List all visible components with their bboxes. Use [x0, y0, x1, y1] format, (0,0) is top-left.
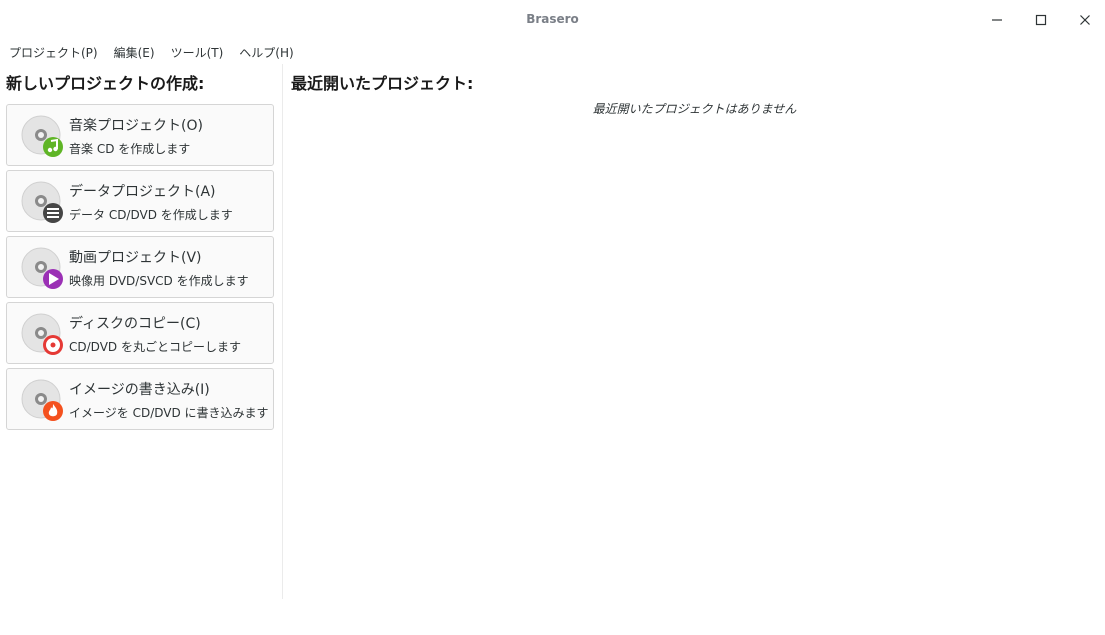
- audio-project-subtitle: 音楽 CD を作成します: [69, 142, 191, 156]
- audio-project-title: 音楽プロジェクト(O): [69, 118, 203, 134]
- data-project-title: データプロジェクト(A): [69, 184, 216, 200]
- disc-copy-icon: [21, 313, 63, 355]
- recent-projects-panel: 最近開いたプロジェクト: 最近開いたプロジェクトはありません: [284, 64, 1105, 599]
- maximize-icon: [1035, 14, 1047, 26]
- disc-copy-title: ディスクのコピー(C): [69, 316, 201, 332]
- minimize-button[interactable]: [985, 8, 1009, 32]
- burn-image-subtitle: イメージを CD/DVD に書き込みます: [69, 406, 269, 420]
- new-project-heading: 新しいプロジェクトの作成:: [6, 74, 205, 93]
- title-bar[interactable]: Brasero: [0, 0, 1105, 40]
- brasero-window: Brasero プロジェクト(P) 編集(E) ツール(T) ヘルプ(H) 新し…: [0, 0, 1105, 635]
- menu-help[interactable]: ヘルプ(H): [233, 42, 299, 64]
- burn-image-title: イメージの書き込み(I): [69, 382, 210, 398]
- play-icon: [21, 247, 63, 289]
- data-project-button[interactable]: データプロジェクト(A) データ CD/DVD を作成します: [6, 170, 274, 232]
- disc-copy-button[interactable]: ディスクのコピー(C) CD/DVD を丸ごとコピーします: [6, 302, 274, 364]
- data-project-subtitle: データ CD/DVD を作成します: [69, 208, 233, 222]
- recent-projects-heading: 最近開いたプロジェクト:: [291, 74, 474, 93]
- burn-flame-icon: [21, 379, 63, 421]
- recent-projects-empty-message: 最近開いたプロジェクトはありません: [592, 102, 797, 116]
- new-project-panel: 新しいプロジェクトの作成: 音楽プロジェクト(O) 音楽 CD を作成します デ…: [0, 64, 283, 599]
- minimize-icon: [991, 14, 1003, 26]
- video-project-title: 動画プロジェクト(V): [69, 250, 202, 266]
- video-project-button[interactable]: 動画プロジェクト(V) 映像用 DVD/SVCD を作成します: [6, 236, 274, 298]
- close-button[interactable]: [1073, 8, 1097, 32]
- music-note-icon: [21, 115, 63, 157]
- menu-bar: プロジェクト(P) 編集(E) ツール(T) ヘルプ(H): [0, 42, 1105, 64]
- menu-edit[interactable]: 編集(E): [108, 42, 161, 64]
- data-list-icon: [21, 181, 63, 223]
- video-project-subtitle: 映像用 DVD/SVCD を作成します: [69, 274, 249, 288]
- audio-project-button[interactable]: 音楽プロジェクト(O) 音楽 CD を作成します: [6, 104, 274, 166]
- menu-tools[interactable]: ツール(T): [165, 42, 230, 64]
- maximize-button[interactable]: [1029, 8, 1053, 32]
- disc-copy-subtitle: CD/DVD を丸ごとコピーします: [69, 340, 241, 354]
- menu-project[interactable]: プロジェクト(P): [3, 42, 104, 64]
- burn-image-button[interactable]: イメージの書き込み(I) イメージを CD/DVD に書き込みます: [6, 368, 274, 430]
- window-title: Brasero: [526, 12, 579, 26]
- close-icon: [1079, 14, 1091, 26]
